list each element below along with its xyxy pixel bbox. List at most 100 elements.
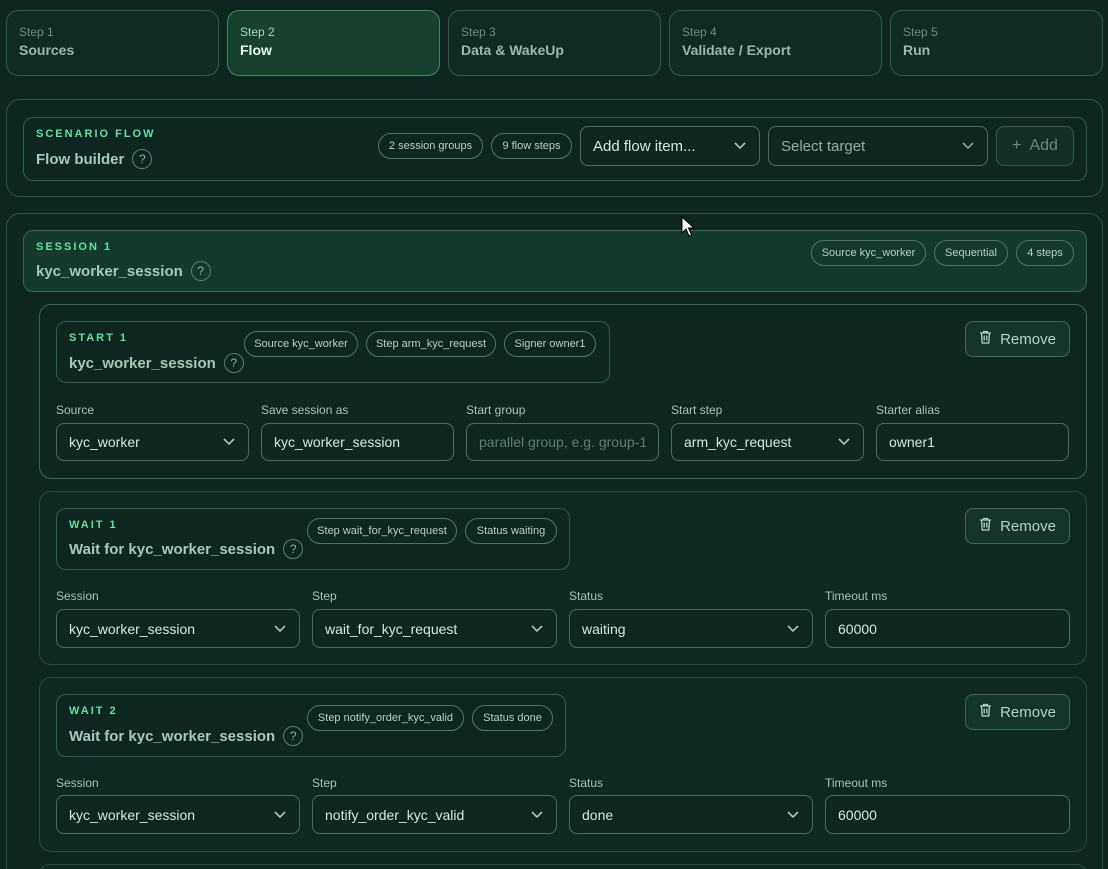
status-value: done (582, 806, 614, 823)
chevron-down-icon (786, 808, 800, 822)
step-validate-export[interactable]: Step 4 Validate / Export (669, 10, 882, 76)
start-step-select[interactable]: arm_kyc_request (671, 423, 864, 461)
source-label: Source (56, 403, 95, 417)
select-target-select[interactable]: Select target (768, 126, 988, 166)
start-name: kyc_worker_session (69, 354, 216, 372)
chevron-down-icon (961, 139, 975, 153)
remove-label: Remove (1000, 330, 1056, 348)
step-sources[interactable]: Step 1 Sources (6, 10, 219, 76)
save-session-as-input[interactable]: kyc_worker_session (261, 423, 454, 461)
trash-icon (979, 703, 992, 721)
step-data-wakeup[interactable]: Step 3 Data & WakeUp (448, 10, 661, 76)
start-source-badge: Source kyc_worker (244, 331, 358, 357)
session-label: Session (56, 589, 99, 603)
wait1-step-badge: Step wait_for_kyc_request (307, 518, 457, 544)
start-step-badge: Step arm_kyc_request (366, 331, 496, 357)
session-select[interactable]: kyc_worker_session (56, 609, 300, 648)
starter-alias-value: owner1 (889, 434, 935, 450)
start-eyebrow: START 1 (69, 332, 129, 344)
step-value: wait_for_kyc_request (325, 620, 458, 637)
chevron-down-icon (273, 622, 287, 636)
wait2-step-badge: Step notify_order_kyc_valid (307, 705, 464, 731)
wait1-eyebrow: WAIT 1 (69, 519, 118, 531)
help-icon[interactable]: ? (223, 353, 244, 373)
step-number: Step 4 (682, 25, 717, 39)
start-step-value: arm_kyc_request (684, 434, 792, 450)
step-number: Step 1 (19, 25, 54, 39)
session-label: Session (56, 776, 99, 790)
step-label: Step (312, 589, 337, 603)
remove-label: Remove (1000, 703, 1056, 721)
add-flow-item-select[interactable]: Add flow item... (580, 126, 760, 166)
start-title: kyc_worker_session ? (69, 353, 244, 373)
status-label: Status (569, 589, 604, 603)
step-run[interactable]: Step 5 Run (890, 10, 1103, 76)
start-signer-badge: Signer owner1 (504, 331, 596, 357)
starter-alias-input[interactable]: owner1 (876, 423, 1069, 461)
help-icon[interactable]: ? (132, 149, 153, 169)
help-icon[interactable]: ? (190, 261, 211, 281)
starter-alias-label: Starter alias (876, 403, 941, 417)
next-card (39, 864, 1087, 869)
flow-builder-title: Flow builder ? (36, 149, 153, 169)
chevron-down-icon (222, 435, 236, 449)
remove-wait2-button[interactable]: Remove (965, 694, 1070, 730)
session-value: kyc_worker_session (69, 620, 196, 637)
add-button[interactable]: + Add (996, 126, 1074, 166)
timeout-input[interactable]: 60000 (825, 609, 1070, 648)
status-select[interactable]: done (569, 795, 813, 834)
start-group-input[interactable]: parallel group, e.g. group-1 (466, 423, 659, 461)
step-number: Step 5 (903, 25, 938, 39)
flow-steps-badge: 9 flow steps (491, 133, 572, 159)
step-value: notify_order_kyc_valid (325, 806, 465, 823)
step-select[interactable]: notify_order_kyc_valid (312, 795, 557, 834)
status-select[interactable]: waiting (569, 609, 813, 648)
status-label: Status (569, 776, 604, 790)
step-number: Step 2 (240, 25, 275, 39)
chevron-down-icon (273, 808, 287, 822)
step-flow[interactable]: Step 2 Flow (227, 10, 440, 76)
select-target-value: Select target (781, 137, 866, 155)
mouse-cursor-icon (681, 216, 695, 237)
remove-start-button[interactable]: Remove (965, 321, 1070, 357)
wait1-name: Wait for kyc_worker_session (69, 540, 276, 558)
session-title: kyc_worker_session ? (36, 261, 211, 281)
chevron-down-icon (837, 435, 851, 449)
add-button-label: Add (1029, 137, 1058, 154)
timeout-label: Timeout ms (825, 776, 888, 790)
step-select[interactable]: wait_for_kyc_request (312, 609, 557, 648)
chevron-down-icon (530, 622, 544, 636)
trash-icon (979, 517, 992, 535)
step-label: Data & WakeUp (461, 42, 564, 58)
step-label: Sources (19, 42, 75, 58)
chevron-down-icon (530, 808, 544, 822)
source-select[interactable]: kyc_worker (56, 423, 249, 461)
session-name: kyc_worker_session (36, 262, 183, 280)
save-session-as-value: kyc_worker_session (274, 434, 401, 450)
wait1-title: Wait for kyc_worker_session ? (69, 539, 304, 559)
timeout-input[interactable]: 60000 (825, 795, 1070, 834)
source-value: kyc_worker (69, 434, 140, 450)
start-group-label: Start group (466, 403, 526, 417)
chevron-down-icon (786, 622, 800, 636)
wait2-title: Wait for kyc_worker_session ? (69, 726, 304, 746)
plus-icon: + (1012, 137, 1022, 154)
status-value: waiting (582, 620, 626, 637)
add-flow-item-value: Add flow item... (593, 137, 696, 155)
session-groups-badge: 2 session groups (378, 133, 483, 159)
remove-wait1-button[interactable]: Remove (965, 508, 1070, 544)
wait1-status-badge: Status waiting (465, 518, 557, 544)
start-group-placeholder: parallel group, e.g. group-1 (479, 434, 646, 450)
timeout-value: 60000 (838, 620, 877, 637)
wait2-eyebrow: WAIT 2 (69, 705, 118, 717)
save-session-as-label: Save session as (261, 403, 349, 417)
help-icon[interactable]: ? (283, 539, 304, 559)
timeout-label: Timeout ms (825, 589, 888, 603)
timeout-value: 60000 (838, 806, 877, 823)
wait2-status-badge: Status done (472, 705, 553, 731)
page-title: Flow builder (36, 150, 125, 168)
help-icon[interactable]: ? (283, 726, 304, 746)
session-select[interactable]: kyc_worker_session (56, 795, 300, 834)
session-steps-badge: 4 steps (1016, 240, 1074, 266)
scenario-eyebrow: SCENARIO FLOW (36, 128, 156, 140)
